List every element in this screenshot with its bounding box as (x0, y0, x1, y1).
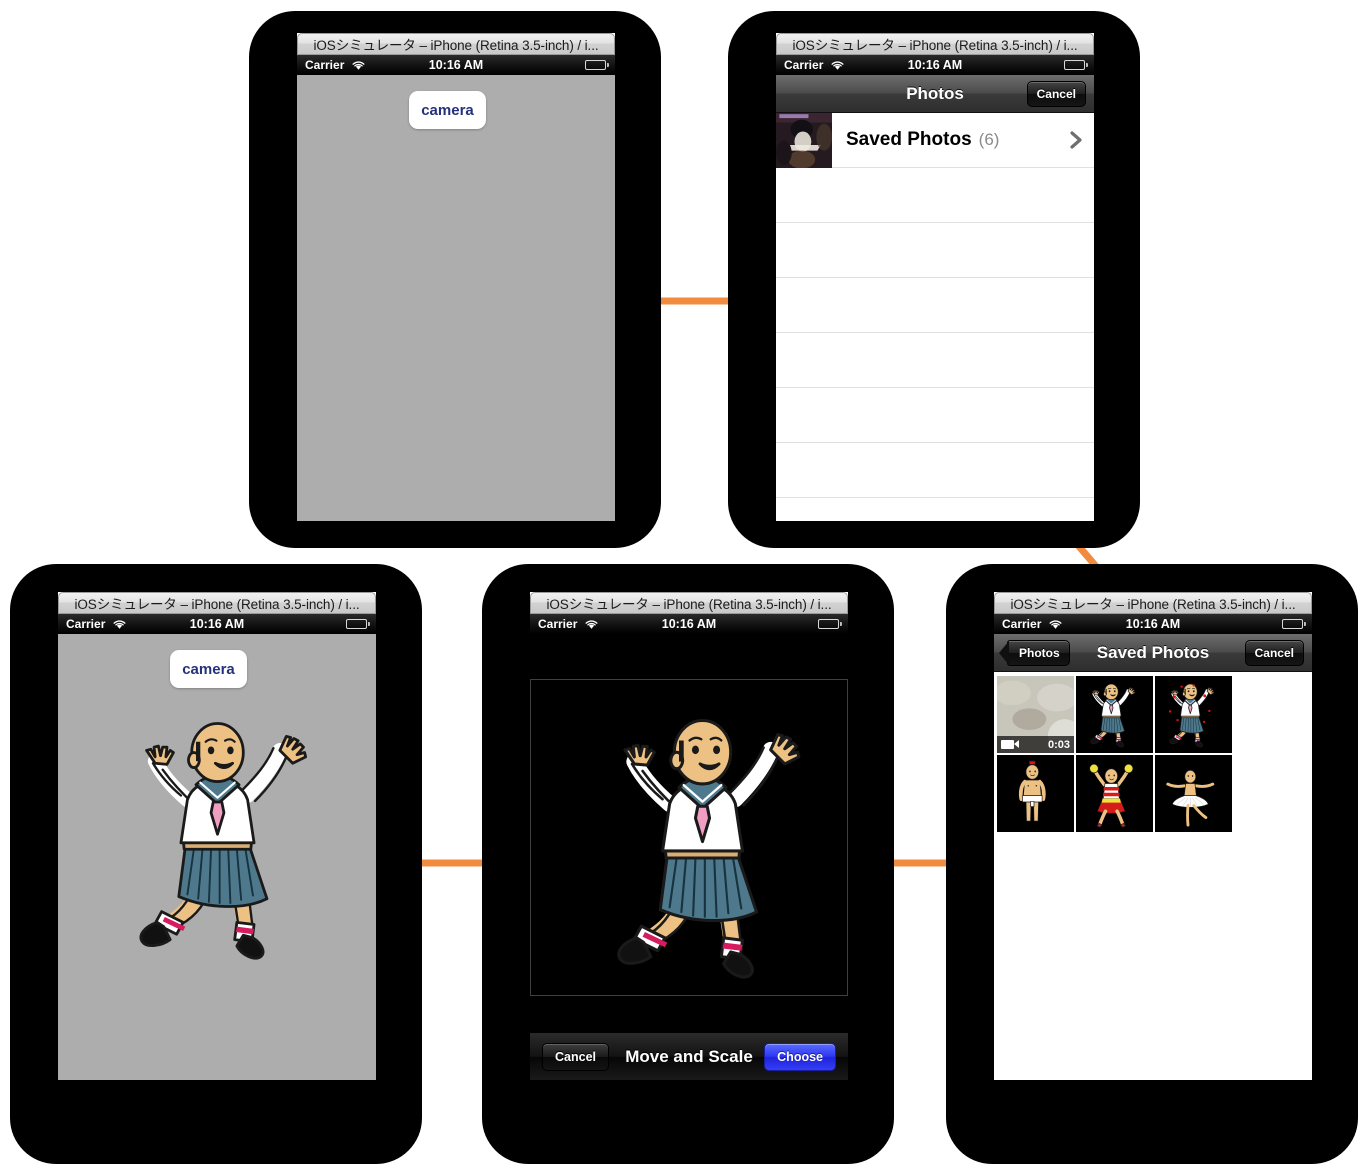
move-and-scale-toolbar: Cancel Move and Scale Choose (530, 1032, 848, 1080)
screen-step4: iOSシミュレータ – iPhone (Retina 3.5-inch) / i… (530, 592, 848, 1080)
simulator-title-bar: iOSシミュレータ – iPhone (Retina 3.5-inch) / i… (994, 592, 1312, 614)
album-row-empty (776, 333, 1094, 388)
clock-label: 10:16 AM (428, 58, 484, 72)
photo-cell-cheerleader[interactable] (1076, 755, 1153, 832)
battery-icon (585, 60, 609, 70)
navigation-bar-saved-photos: Photos Saved Photos Cancel (994, 634, 1312, 672)
photo-cell-sailor-jump[interactable] (1076, 676, 1153, 753)
album-row-empty (776, 388, 1094, 443)
clock-label: 10:16 AM (189, 617, 245, 631)
app-canvas-step1: camera (297, 75, 615, 521)
cancel-button[interactable]: Cancel (1026, 80, 1086, 107)
camera-button[interactable]: camera (170, 650, 247, 688)
screen-step5: iOSシミュレータ – iPhone (Retina 3.5-inch) / i… (58, 592, 376, 1080)
back-button-photos[interactable]: Photos (1007, 639, 1070, 666)
status-bar: Carrier 10:16 AM (994, 614, 1312, 634)
phone-frame-step4: iOSシミュレータ – iPhone (Retina 3.5-inch) / i… (482, 564, 894, 1164)
photo-cell-sailor-sparkle[interactable] (1155, 676, 1232, 753)
simulator-title-bar: iOSシミュレータ – iPhone (Retina 3.5-inch) / i… (58, 592, 376, 614)
crop-photo[interactable] (585, 688, 820, 988)
simulator-title: iOSシミュレータ – iPhone (Retina 3.5-inch) / i… (792, 38, 1078, 53)
clock-label: 10:16 AM (1125, 617, 1181, 631)
crop-canvas[interactable]: Cancel Move and Scale Choose (530, 634, 848, 1080)
crop-frame[interactable] (530, 679, 848, 996)
phone-frame-step1: iOSシミュレータ – iPhone (Retina 3.5-inch) / i… (249, 11, 661, 548)
app-canvas-step5: camera (58, 634, 376, 1080)
simulator-title: iOSシミュレータ – iPhone (Retina 3.5-inch) / i… (1010, 597, 1296, 612)
chevron-right-icon (1070, 131, 1082, 149)
battery-icon (1064, 60, 1088, 70)
album-list[interactable]: Saved Photos (6) (776, 112, 1094, 521)
video-camera-icon (1001, 740, 1019, 749)
cancel-button[interactable]: Cancel (542, 1042, 609, 1071)
screen-step2: iOSシミュレータ – iPhone (Retina 3.5-inch) / i… (776, 33, 1094, 521)
video-duration: 0:03 (1047, 738, 1070, 751)
photo-cell-ballerina[interactable] (1155, 755, 1232, 832)
album-row-empty (776, 168, 1094, 223)
screen-step1: iOSシミュレータ – iPhone (Retina 3.5-inch) / i… (297, 33, 615, 521)
clock-label: 10:16 AM (907, 58, 963, 72)
navigation-bar-albums: Photos Cancel (776, 75, 1094, 113)
album-row-empty (776, 223, 1094, 278)
album-count: (6) (978, 130, 1000, 149)
status-bar: Carrier 10:16 AM (530, 614, 848, 634)
simulator-title-bar: iOSシミュレータ – iPhone (Retina 3.5-inch) / i… (297, 33, 615, 55)
status-bar: Carrier 10:16 AM (297, 55, 615, 75)
selected-photo-preview (110, 696, 325, 966)
simulator-title: iOSシミュレータ – iPhone (Retina 3.5-inch) / i… (74, 597, 360, 612)
video-badge: 0:03 (997, 736, 1074, 753)
clock-label: 10:16 AM (661, 617, 717, 631)
simulator-title: iOSシミュレータ – iPhone (Retina 3.5-inch) / i… (546, 597, 832, 612)
album-row-empty (776, 278, 1094, 333)
battery-icon (818, 619, 842, 629)
album-name: Saved Photos (846, 129, 972, 150)
album-thumbnail (776, 112, 832, 168)
camera-button[interactable]: camera (409, 91, 486, 129)
phone-frame-step5: iOSシミュレータ – iPhone (Retina 3.5-inch) / i… (10, 564, 422, 1164)
simulator-title-bar: iOSシミュレータ – iPhone (Retina 3.5-inch) / i… (776, 33, 1094, 55)
phone-frame-step3: iOSシミュレータ – iPhone (Retina 3.5-inch) / i… (946, 564, 1358, 1164)
simulator-title: iOSシミュレータ – iPhone (Retina 3.5-inch) / i… (313, 38, 599, 53)
phone-frame-step2: iOSシミュレータ – iPhone (Retina 3.5-inch) / i… (728, 11, 1140, 548)
simulator-title-bar: iOSシミュレータ – iPhone (Retina 3.5-inch) / i… (530, 592, 848, 614)
album-row-saved-photos[interactable]: Saved Photos (6) (776, 112, 1094, 168)
status-bar: Carrier 10:16 AM (58, 614, 376, 634)
battery-icon (1282, 619, 1306, 629)
screen-step3: iOSシミュレータ – iPhone (Retina 3.5-inch) / i… (994, 592, 1312, 1080)
status-bar: Carrier 10:16 AM (776, 55, 1094, 75)
battery-icon (346, 619, 370, 629)
choose-button[interactable]: Choose (764, 1042, 836, 1071)
photo-grid[interactable]: 0:03 (994, 672, 1312, 1080)
cancel-button[interactable]: Cancel (1244, 639, 1304, 666)
photo-cell-video[interactable]: 0:03 (997, 676, 1074, 753)
album-row-empty (776, 443, 1094, 498)
photo-cell-underwear[interactable] (997, 755, 1074, 832)
